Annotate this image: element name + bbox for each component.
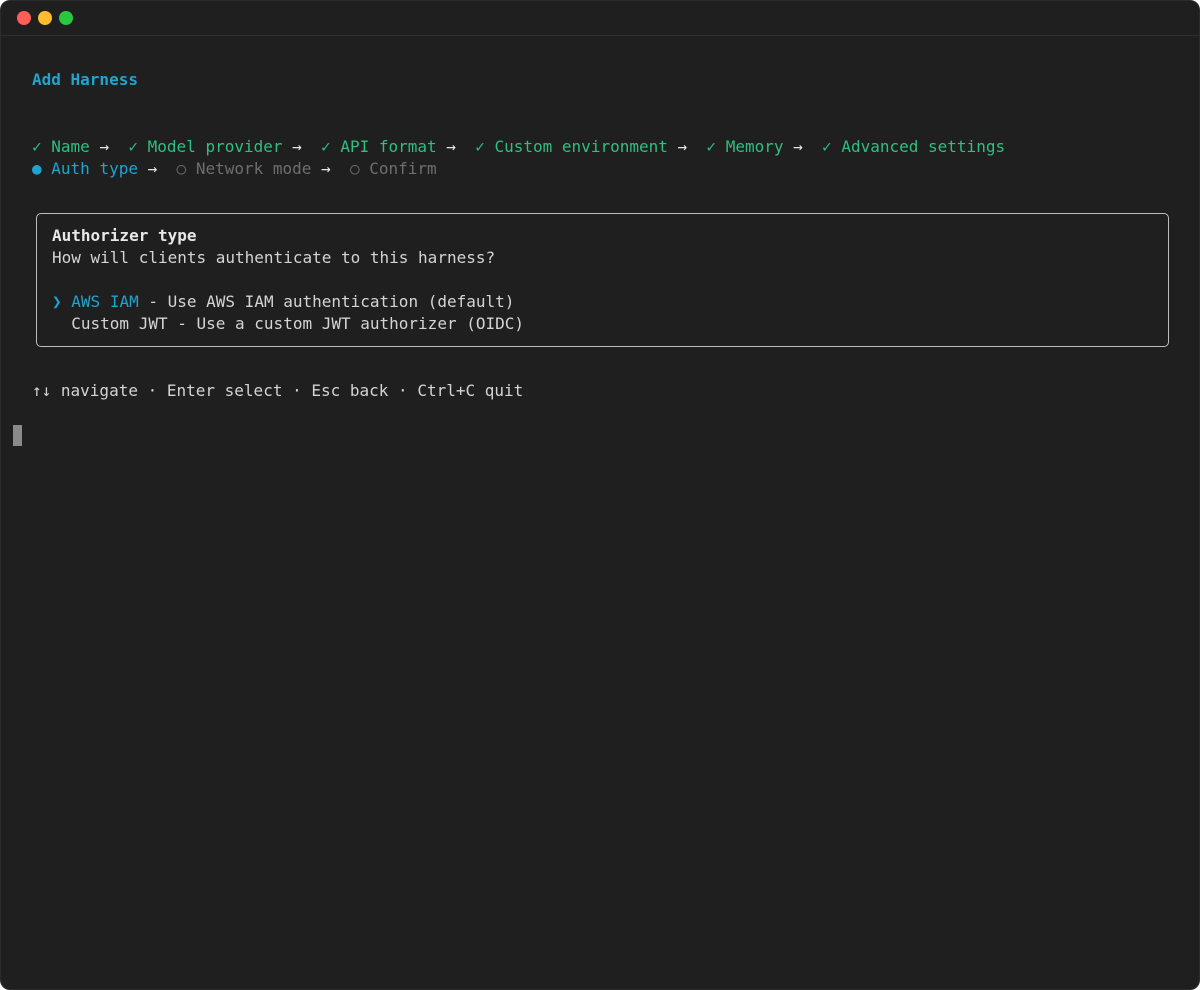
prompt-heading: Authorizer type (52, 226, 197, 245)
option-aws-iam-description: - Use AWS IAM authentication (default) (138, 292, 515, 311)
step-advanced-settings-check-icon: ✓ (822, 137, 832, 156)
step-custom-environment-check-icon: ✓ (475, 137, 485, 156)
text-cursor (13, 425, 22, 446)
step-current-dot-icon: ● (32, 159, 42, 178)
step-model-provider: Model provider (147, 137, 283, 156)
step-progress-row-1: ✓ Name → ✓ Model provider → ✓ API format… (32, 136, 1005, 158)
option-custom-jwt[interactable]: Custom JWT - Use a custom JWT authorizer… (52, 313, 524, 335)
prompt-question: How will clients authenticate to this ha… (52, 248, 496, 267)
step-api-format-check-icon: ✓ (321, 137, 331, 156)
option-custom-jwt-description: - Use a custom JWT authorizer (OIDC) (167, 314, 525, 333)
step-name-check-icon: ✓ (32, 137, 42, 156)
option-aws-iam-label: AWS IAM (71, 292, 139, 311)
step-arrow-icon: → (99, 137, 110, 156)
step-api-format: API format (340, 137, 437, 156)
step-confirm-circle-icon: ○ (349, 159, 360, 178)
selection-pointer-icon: ❯ (52, 292, 62, 311)
keyboard-hints: ↑↓ navigate · Enter select · Esc back · … (32, 381, 524, 400)
terminal-window: Add Harness ✓ Name → ✓ Model provider → … (0, 0, 1200, 990)
option-custom-jwt-label: Custom JWT (71, 314, 168, 333)
step-progress-row-2: ● Auth type → ○ Network mode → ○ Confirm (32, 158, 437, 180)
page-title: Add Harness (32, 70, 138, 89)
step-name: Name (51, 137, 90, 156)
step-memory: Memory (725, 137, 784, 156)
step-network-mode: Network mode (195, 159, 312, 178)
option-aws-iam[interactable]: ❯ AWS IAM - Use AWS IAM authentication (… (52, 291, 514, 313)
step-arrow-icon: → (677, 137, 688, 156)
step-network-mode-circle-icon: ○ (176, 159, 187, 178)
step-memory-check-icon: ✓ (706, 137, 717, 156)
step-advanced-settings: Advanced settings (841, 137, 1006, 156)
authorizer-prompt-box: Authorizer type How will clients authent… (36, 213, 1169, 347)
step-model-provider-check-icon: ✓ (128, 137, 138, 156)
terminal-content: Add Harness ✓ Name → ✓ Model provider → … (1, 1, 1199, 989)
step-arrow-icon: → (793, 137, 803, 156)
step-custom-environment: Custom environment (494, 137, 668, 156)
step-auth-type: Auth type (51, 159, 138, 178)
step-arrow-icon: → (446, 137, 456, 156)
step-confirm: Confirm (369, 159, 437, 178)
step-arrow-icon: → (147, 159, 158, 178)
step-arrow-icon: → (321, 159, 331, 178)
step-arrow-icon: → (292, 137, 302, 156)
